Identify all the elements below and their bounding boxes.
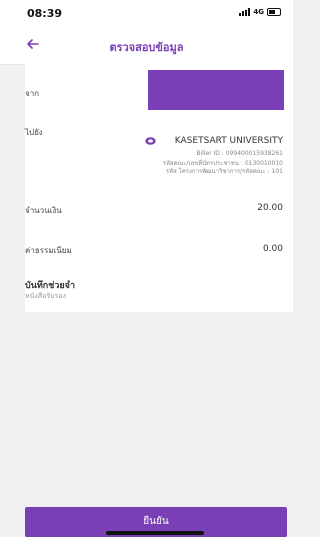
page-title: ตรวจสอบข้อมูล: [109, 41, 184, 54]
memo-label: บันทึกช่วยจำ: [25, 281, 76, 291]
empty-area: [0, 312, 293, 537]
fee-label: ค่าธรรมเนียม: [25, 246, 72, 255]
to-label: ไปยัง: [25, 128, 43, 137]
from-row: จาก: [25, 64, 293, 119]
university-logo-icon: [145, 137, 156, 145]
battery-icon: [267, 8, 281, 16]
biller-id: Biller ID : 099400015938261: [196, 150, 283, 157]
reference-2: รหัส โครงการพัฒนาวิชาการ/รหัสคณะ : 101: [165, 168, 283, 175]
from-label: จาก: [25, 89, 40, 98]
payee-name: KASETSART UNIVERSITY: [174, 136, 283, 146]
to-row: ไปยัง KASETSART UNIVERSITY Biller ID : 0…: [25, 118, 293, 189]
redacted-account: [148, 70, 284, 110]
amount-value: 20.00: [257, 203, 283, 213]
memo-value: หนังสือรับรอง: [25, 292, 66, 300]
signal-icon: [239, 8, 251, 16]
memo-row: บันทึกช่วยจำ หนังสือรับรอง: [25, 270, 293, 312]
status-bar: 08:39 4G: [0, 0, 293, 26]
nav-bar: ตรวจสอบข้อมูล: [0, 26, 293, 65]
fee-value: 0.00: [262, 244, 283, 254]
status-indicators: 4G: [239, 8, 281, 16]
network-label: 4G: [253, 8, 264, 16]
amount-row: จำนวนเงิน 20.00: [25, 188, 293, 232]
amount-label: จำนวนเงิน: [25, 206, 62, 215]
status-time: 08:39: [27, 7, 63, 20]
fee-row: ค่าธรรมเนียม 0.00: [25, 231, 293, 271]
home-indicator[interactable]: [106, 531, 204, 535]
